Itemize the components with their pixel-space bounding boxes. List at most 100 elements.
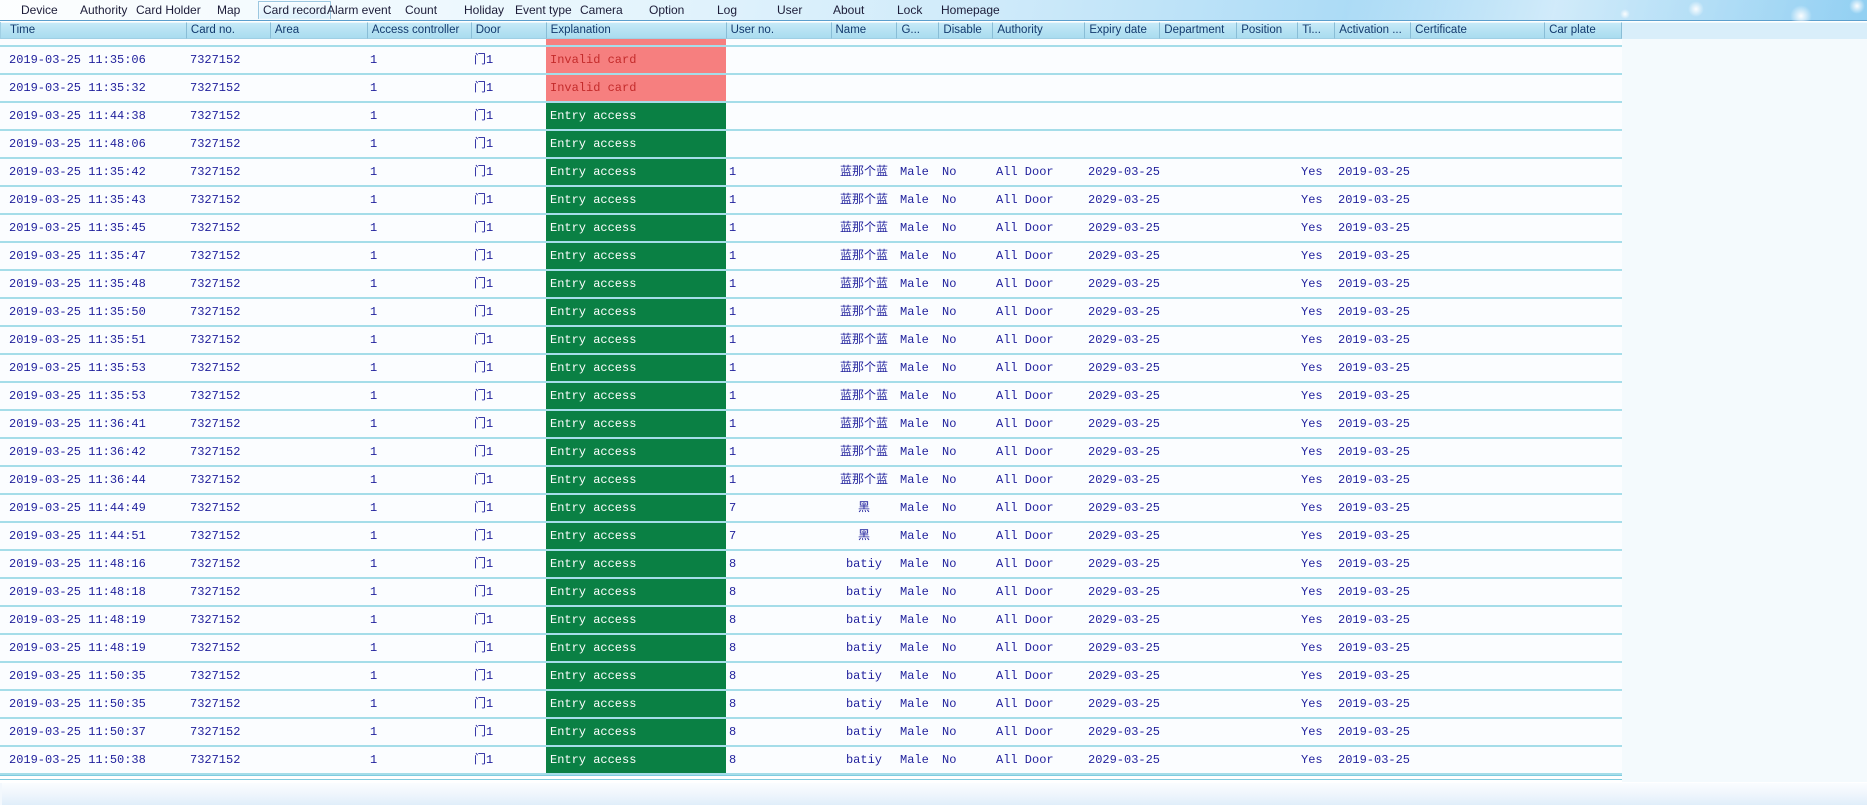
- cell-ti: Yes: [1301, 697, 1323, 711]
- cell-department: [1160, 215, 1237, 241]
- cell-controller: 1: [370, 501, 378, 515]
- cell-expiry: 2029-03-25: [1088, 361, 1160, 375]
- cell-authority: All Door: [996, 165, 1054, 179]
- cell-user: 1: [729, 445, 737, 459]
- table-row[interactable]: 2019-03-25 11:35:53 7327152 1 门1 Entry acces…: [0, 355, 1622, 383]
- column-header-user[interactable]: User no.: [726, 22, 832, 39]
- menu-item-card-holder[interactable]: Card Holder: [132, 2, 205, 18]
- column-header-certificate[interactable]: Certificate: [1411, 22, 1546, 39]
- table-row[interactable]: 2019-03-25 11:35:43 7327152 1 门1 Entry acces…: [0, 187, 1622, 215]
- column-header-ti[interactable]: Ti...: [1298, 22, 1336, 39]
- cell-time: 2019-03-25 11:35:53: [9, 389, 146, 403]
- column-header-gender[interactable]: G...: [897, 22, 940, 39]
- table-row[interactable]: 2019-03-25 11:35:45 7327152 1 门1 Entry acces…: [0, 215, 1622, 243]
- cell-time: 2019-03-25 11:48:06: [9, 137, 146, 151]
- table-row[interactable]: 2019-03-25 11:35:53 7327152 1 门1 Entry acces…: [0, 383, 1622, 411]
- table-row[interactable]: 门1Invalid card: [0, 39, 1622, 47]
- column-header-department[interactable]: Department: [1160, 22, 1238, 39]
- menu-item-authority[interactable]: Authority: [76, 2, 131, 18]
- cell-area: [270, 131, 367, 157]
- column-header-controller[interactable]: Access controller: [367, 22, 472, 39]
- table-row[interactable]: 2019-03-25 11:44:51 7327152 1 门1 Entry acces…: [0, 523, 1622, 551]
- table-row[interactable]: 2019-03-25 11:36:42 7327152 1 门1 Entry acces…: [0, 439, 1622, 467]
- table-row[interactable]: 2019-03-25 11:48:18 7327152 1 门1 Entry acces…: [0, 579, 1622, 607]
- cell-name: 蓝那个蓝: [839, 165, 888, 179]
- cell-certificate: [1411, 719, 1545, 745]
- cell-department: [1160, 159, 1237, 185]
- cell-controller: 1: [370, 81, 378, 95]
- cell-authority: All Door: [996, 249, 1054, 263]
- table-row[interactable]: 2019-03-25 11:50:35 7327152 1 门1 Entry acces…: [0, 691, 1622, 719]
- table-row[interactable]: 2019-03-25 11:36:44 7327152 1 门1 Entry acces…: [0, 467, 1622, 495]
- menu-item-user[interactable]: User: [773, 2, 806, 18]
- table-row[interactable]: 2019-03-25 11:48:19 7327152 1 门1 Entry acces…: [0, 607, 1622, 635]
- menu-item-homepage[interactable]: Homepage: [937, 2, 1004, 18]
- table-row[interactable]: 2019-03-25 11:36:41 7327152 1 门1 Entry acces…: [0, 411, 1622, 439]
- cell-time: 2019-03-25 11:48:19: [9, 641, 146, 655]
- cell-ti: Yes: [1301, 277, 1323, 291]
- column-header-card[interactable]: Card no.: [186, 22, 271, 39]
- column-header-disable[interactable]: Disable: [939, 22, 994, 39]
- cell-expiry: 2029-03-25: [1088, 641, 1160, 655]
- menu-item-alarm-event[interactable]: Alarm event: [323, 2, 395, 18]
- column-header-position[interactable]: Position: [1237, 22, 1299, 39]
- cell-activation: 2019-03-25: [1338, 277, 1411, 291]
- cell-name: 蓝那个蓝: [839, 305, 888, 319]
- cell-door: 门1: [474, 585, 494, 599]
- cell-gender: Male: [900, 669, 929, 683]
- cell-authority: All Door: [996, 669, 1054, 683]
- cell-area: [270, 103, 367, 129]
- menu-item-event-type[interactable]: Event type: [511, 2, 576, 18]
- table-row[interactable]: 2019-03-25 11:35:48 7327152 1 门1 Entry acces…: [0, 271, 1622, 299]
- menu-item-log[interactable]: Log: [713, 2, 741, 18]
- table-row[interactable]: 2019-03-25 11:44:49 7327152 1 门1 Entry acces…: [0, 495, 1622, 523]
- menu-item-lock[interactable]: Lock: [893, 2, 926, 18]
- menu-item-count[interactable]: Count: [401, 2, 441, 18]
- table-row[interactable]: 2019-03-25 11:44:38 7327152 1 门1 Entry acces…: [0, 103, 1622, 131]
- column-header-explanation[interactable]: Explanation: [546, 22, 727, 39]
- table-row[interactable]: 2019-03-25 11:35:47 7327152 1 门1 Entry acces…: [0, 243, 1622, 271]
- cell-position: [1237, 215, 1298, 241]
- table-row[interactable]: 2019-03-25 11:48:19 7327152 1 门1 Entry acces…: [0, 635, 1622, 663]
- column-header-car-plate[interactable]: Car plate: [1545, 22, 1623, 39]
- cell-controller: 1: [370, 641, 378, 655]
- column-header-expiry[interactable]: Expiry date: [1085, 22, 1161, 39]
- cell-explanation: Invalid card: [546, 75, 726, 101]
- column-header-time[interactable]: Time: [1, 22, 187, 39]
- table-row[interactable]: 2019-03-25 11:35:51 7327152 1 门1 Entry acces…: [0, 327, 1622, 355]
- table-row[interactable]: 2019-03-25 11:35:32 7327152 1 门1 Invalid car…: [0, 75, 1622, 103]
- cell-car-plate: [1545, 411, 1622, 437]
- table-row[interactable]: 2019-03-25 11:35:42 7327152 1 门1 Entry acces…: [0, 159, 1622, 187]
- menu-item-about[interactable]: About: [829, 2, 868, 18]
- cell-activation: [1335, 75, 1411, 101]
- cell-disable: No: [942, 473, 957, 487]
- menu-item-map[interactable]: Map: [213, 2, 244, 18]
- cell-door: 门1: [474, 81, 494, 95]
- cell-authority: All Door: [996, 725, 1054, 739]
- table-row[interactable]: 2019-03-25 11:50:35 7327152 1 门1 Entry acces…: [0, 663, 1622, 691]
- menu-item-device[interactable]: Device: [17, 2, 62, 18]
- table-row[interactable]: 2019-03-25 11:35:06 7327152 1 门1 Invalid car…: [0, 47, 1622, 75]
- column-header-activation[interactable]: Activation ...: [1335, 22, 1412, 39]
- column-header-area[interactable]: Area: [270, 22, 368, 39]
- column-header-door[interactable]: Door: [471, 22, 547, 39]
- table-row-partial[interactable]: 门1Invalid card: [0, 39, 1622, 47]
- table-row[interactable]: 2019-03-25 11:48:16 7327152 1 门1 Entry acces…: [0, 551, 1622, 579]
- cell-explanation: Entry access: [546, 299, 726, 325]
- table-row[interactable]: 2019-03-25 11:50:38 7327152 1 门1 Entry acces…: [0, 747, 1622, 775]
- menu-item-camera[interactable]: Camera: [576, 2, 627, 18]
- table-row[interactable]: 2019-03-25 11:50:37 7327152 1 门1 Entry acces…: [0, 719, 1622, 747]
- cell-area: [270, 411, 367, 437]
- column-header-authority[interactable]: Authority: [993, 22, 1086, 39]
- menu-item-holiday[interactable]: Holiday: [460, 2, 508, 18]
- table-row[interactable]: 2019-03-25 11:48:06 7327152 1 门1 Entry acces…: [0, 131, 1622, 159]
- cell-car-plate: [1545, 327, 1622, 353]
- cell-authority: [993, 47, 1085, 73]
- menu-item-card-record[interactable]: Card record: [258, 1, 332, 19]
- horizontal-scrollbar[interactable]: [0, 782, 1867, 805]
- cell-card: 7327152: [190, 557, 241, 571]
- menu-item-option[interactable]: Option: [645, 2, 688, 18]
- column-header-name[interactable]: Name: [831, 22, 898, 39]
- cell-time: 2019-03-25 11:35:43: [9, 193, 146, 207]
- table-row[interactable]: 2019-03-25 11:35:50 7327152 1 门1 Entry acces…: [0, 299, 1622, 327]
